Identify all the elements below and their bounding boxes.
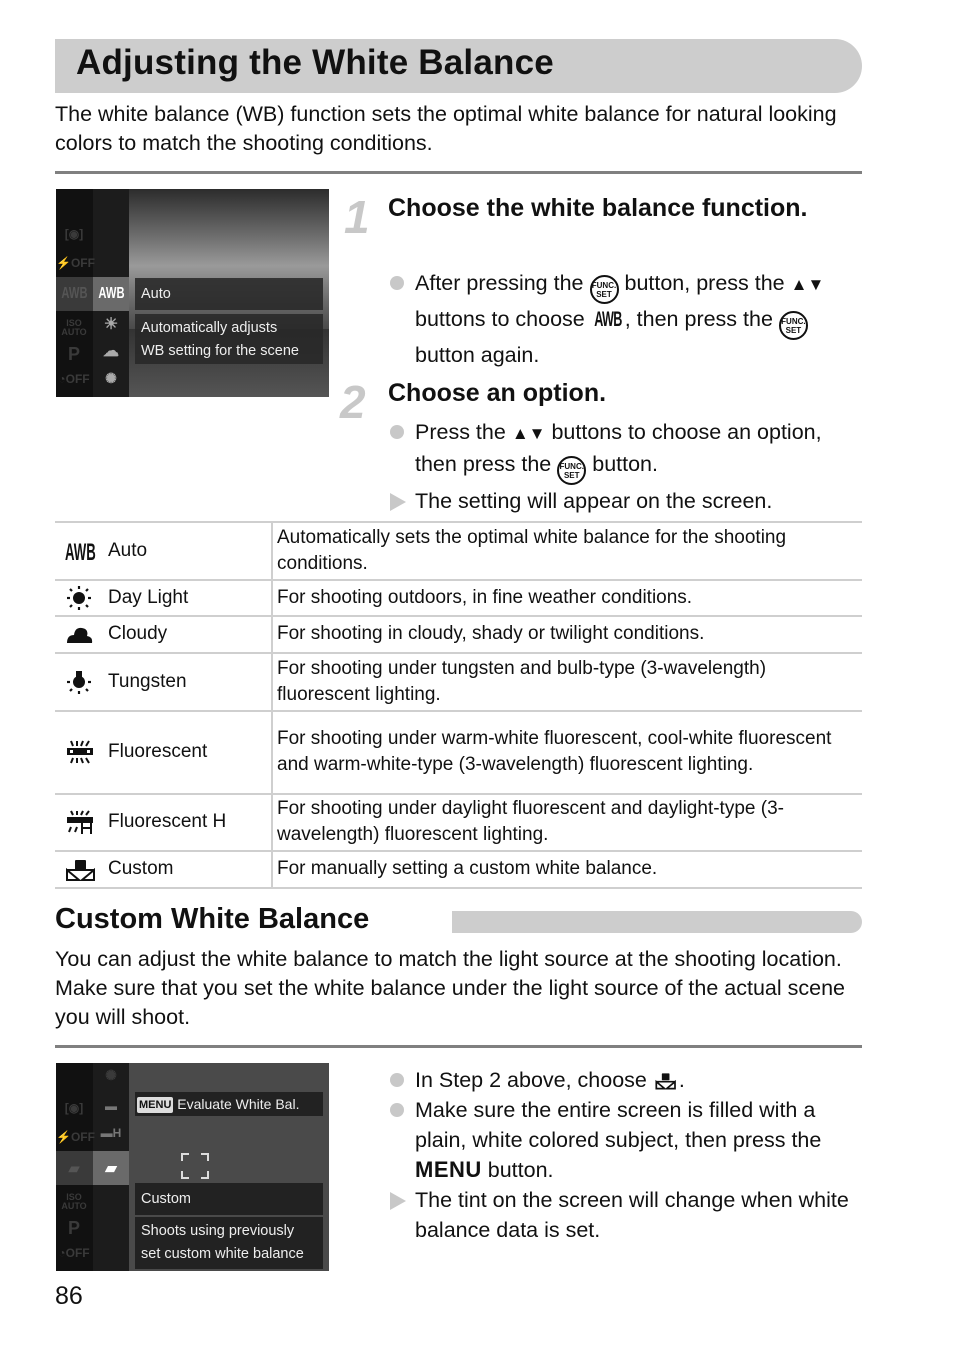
func-set-button-icon: FUNC. SET (778, 311, 808, 340)
menu-badge-icon: MENU (137, 1097, 174, 1113)
cloudy-icon (65, 621, 97, 647)
step-2-bullet: Press the ▲▼ buttons to choose an option… (388, 417, 838, 485)
option-label-panel: Auto (135, 278, 323, 310)
option-description-panel: Shoots using previously set custom white… (135, 1217, 323, 1269)
func-set-button-icon: FUNC. SET (589, 275, 619, 304)
divider (55, 1045, 862, 1048)
custom-wb-icon (65, 856, 97, 882)
tungsten-option-icon: ✺ (105, 370, 117, 386)
custom-wb-result: The tint on the screen will change when … (388, 1185, 868, 1245)
custom-wb-icon (653, 1068, 679, 1090)
up-down-arrows-icon: ▲▼ (790, 275, 825, 294)
bullet-dot-icon (390, 1073, 404, 1087)
focus-frame (180, 1152, 210, 1180)
svg-text:AWB: AWB (65, 539, 96, 564)
result-arrow-icon (390, 1192, 406, 1210)
cloudy-option-icon: ☁ (103, 343, 119, 360)
self-timer-off-icon: ◔OFF (58, 1246, 90, 1260)
func-set-button-icon: FUNC. SET (557, 456, 587, 485)
intro-paragraph: The white balance (WB) function sets the… (55, 102, 837, 155)
flash-off-icon: ⚡OFF (56, 256, 95, 270)
program-mode-icon: P (67, 344, 80, 364)
custom-wb-bullets: In Step 2 above, choose . Make sure the … (388, 1065, 868, 1245)
program-mode-icon: P (67, 1218, 80, 1238)
bullet-dot-icon (390, 1103, 404, 1117)
custom-wb-bullet: Make sure the entire screen is filled wi… (388, 1095, 868, 1185)
section-heading: Custom White Balance (55, 903, 370, 935)
selected-option-label: Custom (141, 1191, 191, 1207)
daylight-icon (65, 585, 97, 611)
flash-off-icon: ⚡OFF (56, 1130, 95, 1144)
fluorescent-icon (65, 739, 97, 765)
step-1-bullet: After pressing the FUNC. SET button, pres… (388, 268, 868, 370)
evaluate-wb-label: Evaluate White Bal. (177, 1096, 300, 1112)
iso-auto-icon: ISO AUTO (61, 1192, 87, 1211)
page-title: Adjusting the White Balance (76, 43, 554, 82)
table-row: Fluorescent H For shooting under dayligh… (55, 793, 862, 852)
menu-button-icon: MENU (415, 1157, 482, 1182)
self-timer-off-icon: ◔OFF (58, 372, 90, 386)
title-bar: Adjusting the White Balance (55, 39, 862, 93)
fluorescent-h-icon (65, 809, 97, 835)
step-1-bullets: After pressing the FUNC. SET button, pres… (388, 268, 868, 370)
tungsten-option-icon: ✺ (105, 1067, 117, 1083)
step-number-2: 2 (340, 376, 366, 428)
result-arrow-icon (390, 493, 406, 511)
camera-screen-custom-wb: ✺ [◉] ▬ ⚡OFF ▬H ▰ ▰ ISO AUTO P ◔OFF MENU … (56, 1063, 329, 1271)
table-row: Tungsten For shooting under tungsten and… (55, 652, 862, 712)
divider (55, 171, 862, 174)
custom-wb-heading-bar: Custom White Balance (55, 903, 862, 939)
camera-screen-awb: [◉] ⚡OFF AWB ISO AUTO P ◔OFF AWB ☀ ☁ ✺ Au… (56, 189, 329, 397)
awb-icon: AWB (65, 538, 97, 566)
custom-wb-option-icon: ▰ (105, 1160, 117, 1177)
bullet-dot-icon (390, 276, 404, 290)
option-label-panel: Custom (135, 1183, 323, 1215)
up-down-arrows-icon: ▲▼ (511, 424, 546, 443)
option-description-panel: Automatically adjusts WB setting for the… (135, 314, 323, 364)
custom-wb-bullet: In Step 2 above, choose . (388, 1065, 868, 1095)
selected-option-label: Auto (141, 286, 171, 302)
fluorescent-h-option-icon: ▬H (100, 1126, 122, 1140)
step-2-title: Choose an option. (388, 379, 607, 407)
step-number-1: 1 (344, 191, 370, 243)
daylight-option-icon: ☀ (103, 316, 119, 333)
iso-auto-icon: ISO AUTO (61, 318, 87, 337)
heading-decoration-bar (452, 911, 862, 933)
step-1-title: Choose the white balance function. (388, 194, 808, 222)
table-row: Fluorescent For shooting under warm-whit… (55, 710, 862, 795)
step-2-bullets: Press the ▲▼ buttons to choose an option… (388, 417, 838, 516)
awb-icon: AWB (61, 285, 88, 302)
metering-icon: [◉] (64, 1101, 84, 1115)
awb-option-icon: AWB (98, 285, 125, 302)
table-row: Day Light For shooting outdoors, in fine… (55, 579, 862, 617)
awb-icon: AWB (593, 308, 622, 331)
custom-wb-intro: You can adjust the white balance to matc… (55, 947, 846, 1029)
step-2-result: The setting will appear on the screen. (388, 486, 838, 516)
fluorescent-option-icon: ▬ (105, 1099, 117, 1113)
tungsten-icon (65, 669, 97, 695)
table-row: AWB Auto Automatically sets the optimal … (55, 521, 862, 581)
bullet-dot-icon (390, 425, 404, 439)
table-row: Cloudy For shooting in cloudy, shady or … (55, 615, 862, 654)
metering-icon: [◉] (64, 227, 84, 241)
custom-wb-icon: ▰ (68, 1160, 80, 1176)
white-balance-options-table: AWB Auto Automatically sets the optimal … (55, 521, 862, 889)
evaluate-wb-panel: MENU Evaluate White Bal. (135, 1092, 323, 1116)
page-number: 86 (55, 1282, 83, 1310)
table-row: Custom For manually setting a custom whi… (55, 850, 862, 889)
